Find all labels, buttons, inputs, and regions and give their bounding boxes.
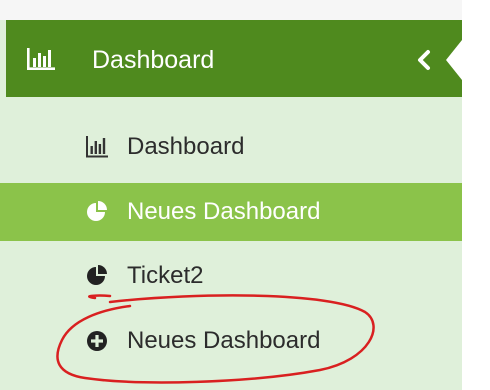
sidebar-item-add-dashboard[interactable]: Neues Dashboard — [0, 312, 462, 370]
chevron-left-icon[interactable] — [414, 46, 434, 74]
screenshot-frame: Dashboard Dashboard Neues Dashboard Tick… — [0, 0, 490, 390]
pie-chart-icon — [87, 265, 107, 285]
sidebar-item-label: Ticket2 — [127, 262, 204, 289]
sidebar-item-label: Neues Dashboard — [127, 327, 321, 354]
sidebar-header-dashboard[interactable]: Dashboard — [6, 20, 462, 97]
sidebar-item-label: Neues Dashboard — [127, 198, 321, 225]
sidebar-item-neues-dashboard-active[interactable]: Neues Dashboard — [0, 183, 462, 241]
sidebar-item-label: Dashboard — [127, 133, 245, 160]
bar-chart-icon — [27, 48, 55, 70]
top-strip — [0, 0, 462, 20]
pie-chart-icon — [87, 201, 107, 221]
bar-chart-icon — [86, 136, 108, 158]
sidebar-item-ticket2[interactable]: Ticket2 — [0, 247, 462, 305]
sidebar-item-dashboard[interactable]: Dashboard — [0, 118, 462, 176]
sidebar-header-title: Dashboard — [92, 46, 215, 74]
sidebar-notch — [446, 40, 462, 80]
plus-circle-icon — [87, 331, 107, 351]
